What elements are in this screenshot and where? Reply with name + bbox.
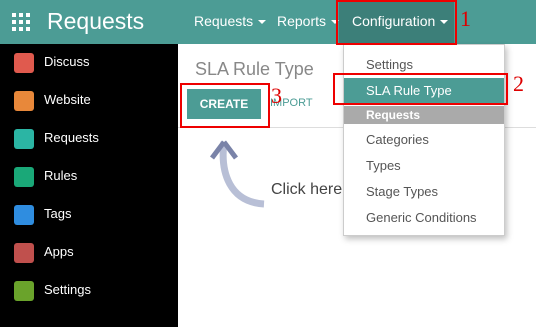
annotation-box-3 — [180, 83, 270, 128]
sidebar-item-label: Website — [44, 92, 91, 107]
sidebar-item-rules[interactable]: Rules — [0, 158, 178, 196]
apps-icon — [14, 243, 34, 263]
annotation-number-2: 2 — [513, 71, 524, 96]
curved-arrow-icon — [210, 140, 265, 208]
dropdown-item-label: Categories — [366, 132, 429, 147]
sidebar-item-settings[interactable]: Settings — [0, 272, 178, 310]
annotation-number-3: 3 — [271, 83, 282, 108]
sidebar-item-discuss[interactable]: Discuss — [0, 44, 178, 82]
menu-reports-label: Reports — [277, 13, 327, 29]
megaphone-icon — [14, 129, 34, 149]
menu-requests-label: Requests — [194, 13, 254, 29]
dropdown-item-label: Types — [366, 158, 401, 173]
dropdown-item-label: Stage Types — [366, 184, 439, 199]
annotation-box-2 — [333, 73, 508, 105]
dropdown-item-label: Generic Conditions — [366, 210, 477, 225]
sidebar-item-website[interactable]: Website — [0, 82, 178, 120]
sidebar-item-tags[interactable]: Tags — [0, 196, 178, 234]
page-title: SLA Rule Type — [195, 59, 314, 79]
dropdown-item-generic-conditions[interactable]: Generic Conditions — [344, 205, 504, 231]
apps-grid-icon[interactable] — [12, 13, 30, 31]
menu-requests[interactable]: Requests — [194, 13, 267, 29]
dropdown-item-categories[interactable]: Categories — [344, 127, 504, 153]
website-icon — [14, 91, 34, 111]
rules-icon — [14, 167, 34, 187]
annotation-number-1: 1 — [460, 6, 471, 31]
annotation-box-1 — [336, 0, 457, 45]
discuss-icon — [14, 53, 34, 73]
sidebar-item-apps[interactable]: Apps — [0, 234, 178, 272]
dropdown-item-label: Settings — [366, 57, 413, 72]
app-title: Requests — [47, 8, 145, 34]
dropdown-item-types[interactable]: Types — [344, 153, 504, 179]
dropdown-item-stage-types[interactable]: Stage Types — [344, 179, 504, 205]
sidebar-item-label: Requests — [44, 130, 99, 145]
sidebar: Discuss Website Requests Rules Tags Apps… — [0, 44, 178, 327]
menu-reports[interactable]: Reports — [277, 13, 340, 29]
dropdown-header-label: Requests — [366, 108, 421, 122]
sidebar-item-label: Settings — [44, 282, 91, 297]
sidebar-item-label: Tags — [44, 206, 72, 221]
sidebar-item-requests[interactable]: Requests — [0, 120, 178, 158]
dropdown-section-header: Requests — [344, 106, 504, 124]
tags-icon — [14, 205, 34, 225]
caret-down-icon — [258, 20, 267, 25]
sidebar-item-label: Apps — [44, 244, 74, 259]
sidebar-item-label: Discuss — [44, 54, 90, 69]
empty-state-text: Click here — [271, 181, 343, 198]
sidebar-item-label: Rules — [44, 168, 78, 183]
gear-icon — [14, 281, 34, 301]
